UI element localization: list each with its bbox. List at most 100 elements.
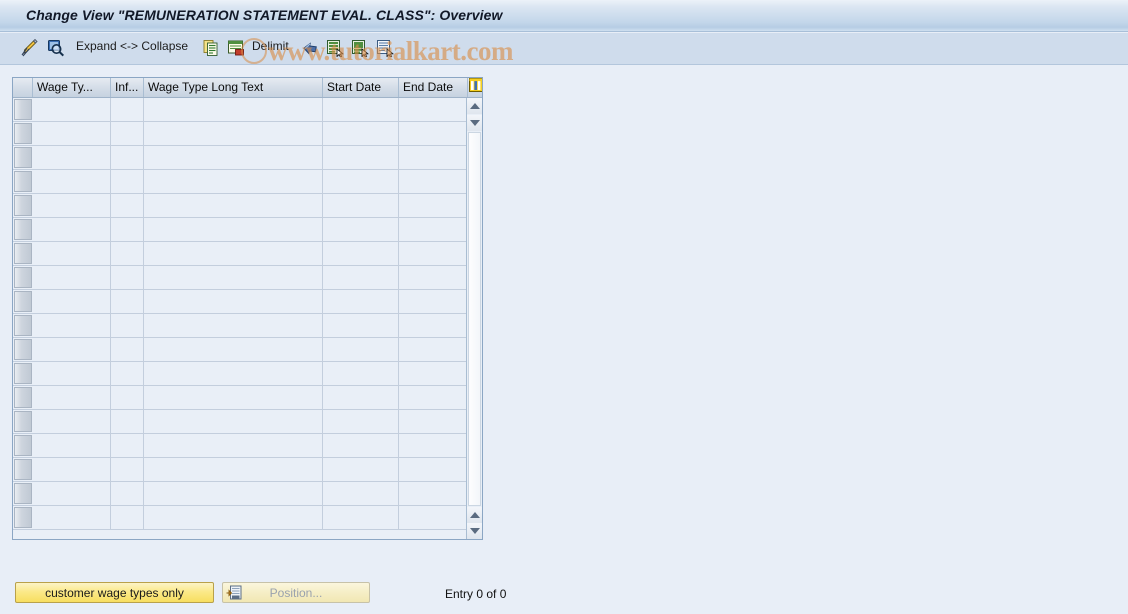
scrollbar-thumb[interactable] — [468, 132, 481, 506]
cell-start_date[interactable] — [323, 290, 399, 313]
cell-start_date[interactable] — [323, 506, 399, 529]
cell-wage_type_long_text[interactable] — [144, 338, 323, 361]
cell-wage_type[interactable] — [33, 218, 111, 241]
cell-end_date[interactable] — [399, 146, 468, 169]
cell-wage_type_long_text[interactable] — [144, 218, 323, 241]
cell-wage_type_long_text[interactable] — [144, 290, 323, 313]
cell-start_date[interactable] — [323, 434, 399, 457]
cell-infotype[interactable] — [111, 242, 144, 265]
row-select-handle[interactable] — [14, 147, 32, 168]
cell-wage_type[interactable] — [33, 338, 111, 361]
table-row[interactable] — [13, 410, 468, 434]
cell-end_date[interactable] — [399, 482, 468, 505]
cell-wage_type[interactable] — [33, 122, 111, 145]
row-select-handle[interactable] — [14, 339, 32, 360]
cell-end_date[interactable] — [399, 338, 468, 361]
cell-infotype[interactable] — [111, 314, 144, 337]
select-block-button[interactable] — [349, 38, 371, 60]
row-select-handle[interactable] — [14, 507, 32, 528]
cell-start_date[interactable] — [323, 410, 399, 433]
cell-start_date[interactable] — [323, 314, 399, 337]
cell-wage_type_long_text[interactable] — [144, 194, 323, 217]
cell-wage_type_long_text[interactable] — [144, 434, 323, 457]
table-settings-button[interactable] — [468, 78, 482, 97]
cell-wage_type[interactable] — [33, 170, 111, 193]
cell-wage_type_long_text[interactable] — [144, 362, 323, 385]
table-row[interactable] — [13, 98, 468, 122]
table-row[interactable] — [13, 290, 468, 314]
cell-infotype[interactable] — [111, 218, 144, 241]
row-select-handle[interactable] — [14, 219, 32, 240]
cell-wage_type_long_text[interactable] — [144, 482, 323, 505]
row-select-handle[interactable] — [14, 267, 32, 288]
cell-infotype[interactable] — [111, 290, 144, 313]
delete-row-button[interactable] — [225, 38, 247, 60]
row-select-handle[interactable] — [14, 123, 32, 144]
cell-infotype[interactable] — [111, 122, 144, 145]
cell-wage_type[interactable] — [33, 266, 111, 289]
cell-infotype[interactable] — [111, 194, 144, 217]
cell-wage_type[interactable] — [33, 314, 111, 337]
cell-wage_type[interactable] — [33, 458, 111, 481]
cell-infotype[interactable] — [111, 146, 144, 169]
cell-wage_type_long_text[interactable] — [144, 98, 323, 121]
table-row[interactable] — [13, 122, 468, 146]
cell-wage_type[interactable] — [33, 98, 111, 121]
cell-wage_type[interactable] — [33, 482, 111, 505]
row-select-handle[interactable] — [14, 411, 32, 432]
cell-end_date[interactable] — [399, 98, 468, 121]
cell-end_date[interactable] — [399, 386, 468, 409]
table-row[interactable] — [13, 170, 468, 194]
column-header-long-text[interactable]: Wage Type Long Text — [144, 78, 323, 97]
cell-infotype[interactable] — [111, 266, 144, 289]
cell-start_date[interactable] — [323, 146, 399, 169]
row-select-handle[interactable] — [14, 435, 32, 456]
scroll-down-button[interactable] — [467, 523, 482, 539]
cell-wage_type[interactable] — [33, 362, 111, 385]
delimit-button[interactable]: Delimit — [252, 39, 289, 53]
cell-wage_type[interactable] — [33, 242, 111, 265]
cell-wage_type_long_text[interactable] — [144, 242, 323, 265]
cell-end_date[interactable] — [399, 170, 468, 193]
select-all-button[interactable] — [324, 38, 346, 60]
cell-infotype[interactable] — [111, 434, 144, 457]
cell-start_date[interactable] — [323, 122, 399, 145]
cell-infotype[interactable] — [111, 362, 144, 385]
table-row[interactable] — [13, 338, 468, 362]
table-row[interactable] — [13, 482, 468, 506]
cell-wage_type[interactable] — [33, 146, 111, 169]
cell-start_date[interactable] — [323, 458, 399, 481]
row-select-handle[interactable] — [14, 99, 32, 120]
cell-end_date[interactable] — [399, 362, 468, 385]
cell-start_date[interactable] — [323, 266, 399, 289]
cell-wage_type_long_text[interactable] — [144, 170, 323, 193]
cell-infotype[interactable] — [111, 98, 144, 121]
cell-end_date[interactable] — [399, 314, 468, 337]
cell-wage_type_long_text[interactable] — [144, 266, 323, 289]
column-header-end-date[interactable]: End Date — [399, 78, 468, 97]
cell-wage_type_long_text[interactable] — [144, 458, 323, 481]
cell-infotype[interactable] — [111, 386, 144, 409]
column-header-wage-type[interactable]: Wage Ty... — [33, 78, 111, 97]
table-row[interactable] — [13, 242, 468, 266]
table-row[interactable] — [13, 218, 468, 242]
row-select-handle[interactable] — [14, 483, 32, 504]
cell-infotype[interactable] — [111, 338, 144, 361]
cell-wage_type_long_text[interactable] — [144, 146, 323, 169]
table-row[interactable] — [13, 506, 468, 530]
table-row[interactable] — [13, 194, 468, 218]
display-change-button[interactable] — [18, 38, 40, 60]
copy-as-button[interactable] — [200, 38, 222, 60]
cell-end_date[interactable] — [399, 410, 468, 433]
cell-start_date[interactable] — [323, 362, 399, 385]
table-row[interactable] — [13, 458, 468, 482]
column-header-start-date[interactable]: Start Date — [323, 78, 399, 97]
cell-wage_type_long_text[interactable] — [144, 122, 323, 145]
expand-collapse-button[interactable]: Expand <-> Collapse — [76, 39, 188, 53]
cell-start_date[interactable] — [323, 338, 399, 361]
cell-start_date[interactable] — [323, 170, 399, 193]
cell-infotype[interactable] — [111, 458, 144, 481]
cell-start_date[interactable] — [323, 482, 399, 505]
cell-wage_type[interactable] — [33, 434, 111, 457]
table-select-all-corner[interactable] — [13, 78, 33, 97]
